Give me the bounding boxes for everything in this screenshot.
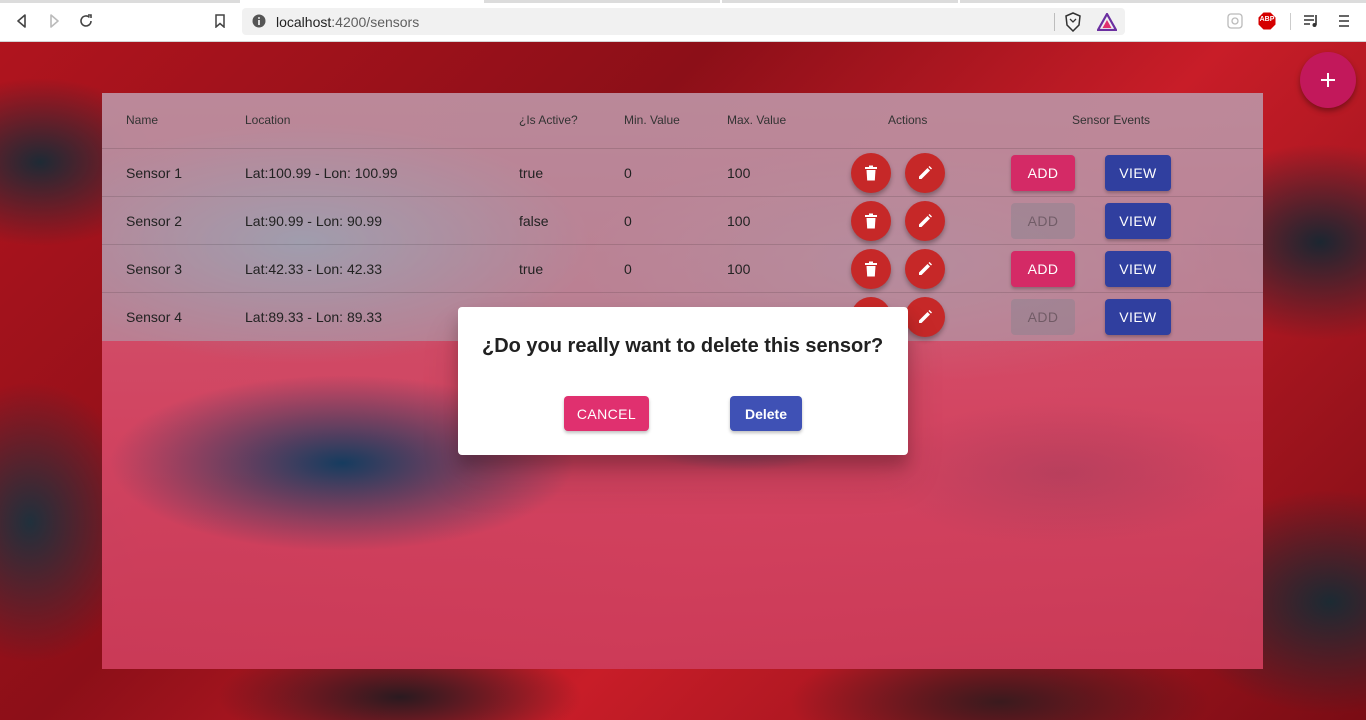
bookmark-icon <box>215 14 225 28</box>
reload-button[interactable] <box>76 11 96 31</box>
cell-location: Lat:90.99 - Lon: 90.99 <box>245 213 382 229</box>
cell-active: true <box>519 165 544 181</box>
cell-name: Sensor 1 <box>126 165 183 181</box>
menu-button[interactable] <box>1336 12 1354 30</box>
trash-icon <box>865 261 877 277</box>
pencil-icon <box>919 166 932 179</box>
forward-icon <box>50 14 59 28</box>
divider <box>1290 13 1291 30</box>
trash-icon <box>865 213 877 229</box>
view-events-button[interactable]: VIEW <box>1105 299 1171 335</box>
adblock-button[interactable]: ABP <box>1258 12 1276 30</box>
sensors-table: Name Location ¿Is Active? Min. Value Max… <box>102 93 1263 341</box>
cell-max: 100 <box>727 261 751 277</box>
tab-strip <box>0 0 240 3</box>
dialog-title: ¿Do you really want to delete this senso… <box>482 335 884 357</box>
playlist-button[interactable] <box>1302 12 1320 30</box>
pencil-icon <box>919 214 932 227</box>
delete-sensor-button[interactable] <box>851 153 891 193</box>
trash-icon <box>865 165 877 181</box>
view-events-button[interactable]: VIEW <box>1105 155 1171 191</box>
cell-min: 0 <box>624 213 632 229</box>
tab-strip <box>484 0 720 3</box>
browser-toolbar: localhost:4200/sensors ABP <box>0 0 1366 42</box>
playlist-icon <box>1304 15 1317 27</box>
extension-button[interactable] <box>1226 12 1244 30</box>
cell-active: false <box>519 213 549 229</box>
cancel-button[interactable]: CANCEL <box>564 396 649 431</box>
edit-sensor-button[interactable] <box>905 153 945 193</box>
url-path: :4200/sensors <box>331 14 420 30</box>
bookmark-button[interactable] <box>210 11 230 31</box>
cell-name: Sensor 2 <box>126 213 183 229</box>
cell-location: Lat:42.33 - Lon: 42.33 <box>245 261 382 277</box>
header-active[interactable]: ¿Is Active? <box>519 113 578 127</box>
add-sensor-fab[interactable] <box>1300 52 1356 108</box>
back-icon <box>17 14 26 28</box>
header-max[interactable]: Max. Value <box>727 113 786 127</box>
menu-icon <box>1339 15 1349 27</box>
site-info-icon[interactable] <box>252 14 266 33</box>
cell-max: 100 <box>727 165 751 181</box>
cell-location: Lat:100.99 - Lon: 100.99 <box>245 165 398 181</box>
cell-active: true <box>519 261 544 277</box>
divider <box>1054 13 1055 31</box>
pencil-icon <box>919 310 932 323</box>
header-sensor-events: Sensor Events <box>1072 113 1151 127</box>
cell-min: 0 <box>624 261 632 277</box>
edit-sensor-button[interactable] <box>905 201 945 241</box>
adblock-label: ABP <box>1259 16 1275 23</box>
table-row: Sensor 3 Lat:42.33 - Lon: 42.33 true 0 1… <box>102 245 1263 293</box>
pencil-icon <box>919 262 932 275</box>
cell-location: Lat:89.33 - Lon: 89.33 <box>245 309 382 325</box>
table-header: Name Location ¿Is Active? Min. Value Max… <box>102 93 1263 149</box>
extension-icon <box>1227 13 1243 29</box>
tab-strip <box>960 0 1366 3</box>
reload-icon <box>80 14 92 27</box>
brave-shield-icon[interactable] <box>1064 12 1082 37</box>
address-bar[interactable]: localhost:4200/sensors <box>242 8 1125 35</box>
delete-confirm-dialog: ¿Do you really want to delete this senso… <box>458 307 908 455</box>
delete-button[interactable]: Delete <box>730 396 802 431</box>
delete-sensor-button[interactable] <box>851 201 891 241</box>
delete-sensor-button[interactable] <box>851 249 891 289</box>
brave-rewards-icon[interactable] <box>1096 11 1118 36</box>
back-button[interactable] <box>12 11 32 31</box>
header-actions: Actions <box>888 113 928 127</box>
plus-icon <box>1321 73 1335 87</box>
header-location[interactable]: Location <box>245 113 290 127</box>
add-event-button[interactable]: ADD <box>1011 155 1075 191</box>
cell-max: 100 <box>727 213 751 229</box>
view-events-button[interactable]: VIEW <box>1105 203 1171 239</box>
add-event-button: ADD <box>1011 299 1075 335</box>
cell-name: Sensor 4 <box>126 309 183 325</box>
url-host: localhost <box>276 14 332 30</box>
url-text: localhost:4200/sensors <box>276 14 419 30</box>
table-row: Sensor 2 Lat:90.99 - Lon: 90.99 false 0 … <box>102 197 1263 245</box>
header-name[interactable]: Name <box>126 113 158 127</box>
edit-sensor-button[interactable] <box>905 297 945 337</box>
forward-button[interactable] <box>44 11 64 31</box>
edit-sensor-button[interactable] <box>905 249 945 289</box>
table-row: Sensor 1 Lat:100.99 - Lon: 100.99 true 0… <box>102 149 1263 197</box>
tab-strip <box>722 0 958 3</box>
view-events-button[interactable]: VIEW <box>1105 251 1171 287</box>
cell-name: Sensor 3 <box>126 261 183 277</box>
add-event-button[interactable]: ADD <box>1011 251 1075 287</box>
header-min[interactable]: Min. Value <box>624 113 680 127</box>
cell-min: 0 <box>624 165 632 181</box>
add-event-button: ADD <box>1011 203 1075 239</box>
